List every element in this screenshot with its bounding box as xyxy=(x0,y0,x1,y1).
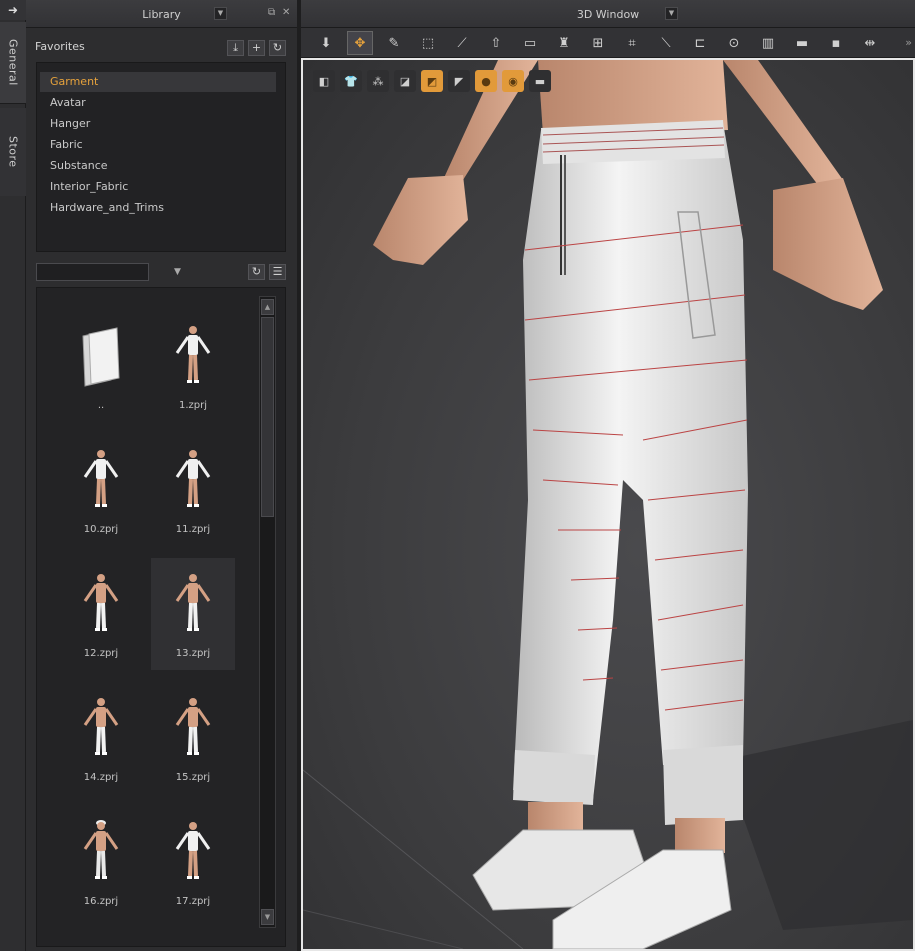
scroll-down-arrow-icon[interactable]: ▼ xyxy=(261,909,274,925)
parent-folder-tile[interactable]: .. xyxy=(59,310,143,422)
puckering-icon[interactable]: ▬ xyxy=(789,31,815,55)
tab-general[interactable]: General xyxy=(0,22,26,104)
skin-display-icon[interactable]: ● xyxy=(475,70,497,92)
file-name: 13.zprj xyxy=(175,648,211,659)
file-name: 1.zprj xyxy=(178,400,208,411)
file-name: 11.zprj xyxy=(175,524,211,535)
file-tile[interactable]: 12.zprj xyxy=(59,558,143,670)
fold-icon[interactable]: ▪ xyxy=(823,31,849,55)
3d-toolbar: ⬇ ✥ ✎ ⬚ ⟋ ⇧ ▭ ♜ ⊞ ⌗ ⟍ ⊏ ⊙ ▥ ▬ ▪ ⇹ » xyxy=(301,28,915,58)
3d-window: 3D Window ▼ ⬇ ✥ ✎ ⬚ ⟋ ⇧ ▭ ♜ ⊞ ⌗ ⟍ ⊏ ⊙ ▥ ▬ ▪ ⇹ » xyxy=(301,0,915,951)
scroll-up-arrow-icon[interactable]: ▲ xyxy=(261,299,274,315)
avatar-thumbnail-icon xyxy=(71,568,131,642)
avatar-pose-icon[interactable]: ♜ xyxy=(551,31,577,55)
favorite-item-hardware-and-trims[interactable]: Hardware_and_Trims xyxy=(40,198,276,218)
search-row: ▼ ↻ ☰ xyxy=(26,260,297,284)
zipper-icon[interactable]: ▥ xyxy=(755,31,781,55)
file-name: 16.zprj xyxy=(83,896,119,907)
seam-icon[interactable]: ⊏ xyxy=(687,31,713,55)
library-title: Library xyxy=(142,8,181,21)
3d-window-menu-dropdown[interactable]: ▼ xyxy=(665,7,678,20)
favorite-item-interior-fabric[interactable]: Interior_Fabric xyxy=(40,177,276,197)
pose-display-icon[interactable]: ◪ xyxy=(394,70,416,92)
avatar-thumbnail-icon xyxy=(71,444,131,518)
file-tile[interactable]: 13.zprj xyxy=(151,558,235,670)
undock-icon[interactable]: ⧉ xyxy=(268,7,275,18)
file-tile[interactable]: 14.zprj xyxy=(59,682,143,794)
add-favorite-button[interactable]: + xyxy=(248,40,265,56)
more-arrows-icon[interactable]: » xyxy=(905,36,912,49)
file-tile[interactable]: 10.zprj xyxy=(59,434,143,546)
file-name: 10.zprj xyxy=(83,524,119,535)
tab-store-label: Store xyxy=(6,136,20,168)
3d-window-title: 3D Window xyxy=(576,8,640,21)
line-icon[interactable]: ⟍ xyxy=(653,31,679,55)
file-name: 15.zprj xyxy=(175,772,211,783)
texture-display-icon[interactable]: ◩ xyxy=(421,70,443,92)
avatar-thumbnail-icon xyxy=(71,692,131,766)
collapse-arrow-icon[interactable]: ➜ xyxy=(0,0,26,20)
file-browser: .. 1.zprj 10.zprj 11.zprj 12.zprj 13.zprj 14.z… xyxy=(36,287,286,947)
arrangement-icon[interactable]: ⇧ xyxy=(483,31,509,55)
tab-general-label: General xyxy=(6,39,20,86)
favorite-item-substance[interactable]: Substance xyxy=(40,156,276,176)
refresh-browser-icon[interactable]: ↻ xyxy=(248,264,265,280)
avatar-thumbnail-icon xyxy=(163,568,223,642)
favorite-item-hanger[interactable]: Hanger xyxy=(40,114,276,134)
search-dropdown-arrow-icon[interactable]: ▼ xyxy=(174,267,181,277)
favorites-title: Favorites xyxy=(35,40,85,53)
edit-texture-icon[interactable]: ⊞ xyxy=(585,31,611,55)
file-name: 14.zprj xyxy=(83,772,119,783)
close-icon[interactable]: ✕ xyxy=(282,7,290,18)
folder-icon xyxy=(71,320,131,394)
file-name: 17.zprj xyxy=(175,896,211,907)
3d-viewport[interactable]: ◧ 👕 ⁂ ◪ ◩ ◤ ● ◉ ▬ xyxy=(301,58,915,951)
favorite-item-avatar[interactable]: Avatar xyxy=(40,93,276,113)
avatar-thumbnail-icon xyxy=(71,816,131,890)
avatar-display-icon[interactable]: ◧ xyxy=(313,70,335,92)
select-move-icon[interactable]: ⬇ xyxy=(313,31,339,55)
pin-icon[interactable]: ⬚ xyxy=(415,31,441,55)
side-tab-strip: ➜ General Store xyxy=(0,0,26,951)
file-name: 12.zprj xyxy=(83,648,119,659)
particle-display-icon[interactable]: ⁂ xyxy=(367,70,389,92)
library-panel: Library ▼ ⧉ ✕ Favorites ⤓ + ↻ Garment Av… xyxy=(26,0,297,951)
eye-display-icon[interactable]: ◉ xyxy=(502,70,524,92)
file-browser-scrollbar[interactable]: ▲ ▼ xyxy=(259,296,276,928)
download-icon[interactable]: ⤓ xyxy=(227,40,244,56)
favorite-item-fabric[interactable]: Fabric xyxy=(40,135,276,155)
favorites-header: Favorites ⤓ + ↻ xyxy=(26,28,297,62)
refresh-icon[interactable]: ↻ xyxy=(269,40,286,56)
strengthen-icon[interactable]: ⇹ xyxy=(857,31,883,55)
garment-display-icon[interactable]: 👕 xyxy=(340,70,362,92)
3d-scene xyxy=(303,60,913,949)
file-tile[interactable]: 11.zprj xyxy=(151,434,235,546)
3d-window-titlebar: 3D Window ▼ xyxy=(301,0,915,28)
file-tile[interactable]: 1.zprj xyxy=(151,310,235,422)
library-menu-dropdown[interactable]: ▼ xyxy=(214,7,227,20)
list-view-icon[interactable]: ☰ xyxy=(269,264,286,280)
search-input[interactable] xyxy=(36,263,149,281)
avatar-thumbnail-icon xyxy=(163,444,223,518)
fold-arrangement-icon[interactable]: ✎ xyxy=(381,31,407,55)
file-tile[interactable]: 17.zprj xyxy=(151,806,235,918)
avatar-thumbnail-icon xyxy=(163,320,223,394)
tack-icon[interactable]: ▭ xyxy=(517,31,543,55)
measure-icon[interactable]: ⟋ xyxy=(449,31,475,55)
file-tile[interactable]: 16.zprj xyxy=(59,806,143,918)
tape-icon[interactable]: ⌗ xyxy=(619,31,645,55)
shoe-display-icon[interactable]: ▬ xyxy=(529,70,551,92)
favorite-item-garment[interactable]: Garment xyxy=(40,72,276,92)
tab-store[interactable]: Store xyxy=(0,108,26,196)
favorites-list: Garment Avatar Hanger Fabric Substance I… xyxy=(36,62,286,252)
file-tile[interactable]: 15.zprj xyxy=(151,682,235,794)
library-titlebar: Library ▼ ⧉ ✕ xyxy=(26,0,297,28)
scrollbar-thumb[interactable] xyxy=(261,317,274,517)
transform-pattern-icon[interactable]: ✥ xyxy=(347,31,373,55)
shaded-display-icon[interactable]: ◤ xyxy=(448,70,470,92)
button-icon[interactable]: ⊙ xyxy=(721,31,747,55)
avatar-thumbnail-icon xyxy=(163,692,223,766)
file-name: .. xyxy=(97,400,105,411)
avatar-thumbnail-icon xyxy=(163,816,223,890)
